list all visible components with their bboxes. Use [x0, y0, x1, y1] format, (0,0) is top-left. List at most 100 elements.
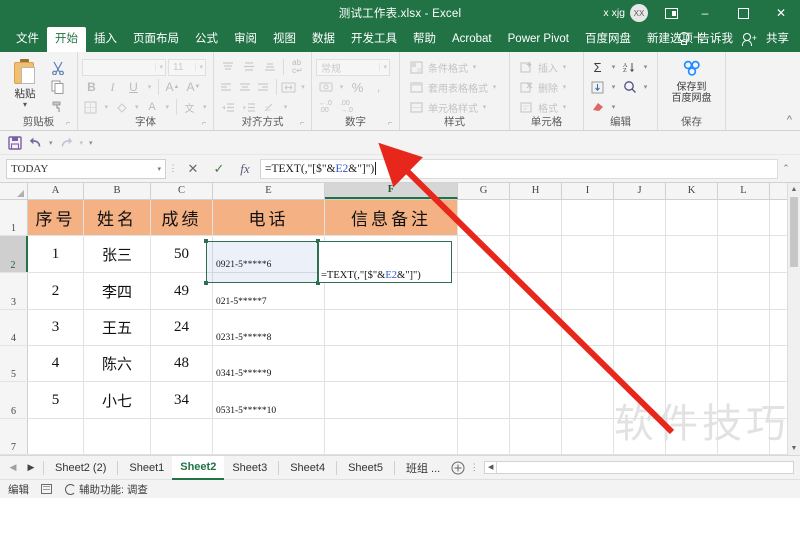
baidu-netdisk-icon[interactable]	[681, 59, 703, 82]
cell-B6[interactable]: 小七	[84, 382, 151, 418]
sheet-tab-more-icon[interactable]: ⋮	[468, 463, 480, 472]
cell-I5[interactable]	[562, 346, 614, 382]
sheet-tab-banzu[interactable]: 班组 ...	[398, 457, 448, 479]
fill-color-dropdown-arrow[interactable]: ▾	[132, 103, 141, 111]
column-header-I[interactable]: I	[562, 183, 614, 199]
cell-J1[interactable]	[614, 200, 666, 236]
fill-down-arrow[interactable]: ▾	[609, 83, 618, 91]
cell-C7[interactable]	[151, 418, 213, 454]
percent-format-icon[interactable]: %	[348, 78, 367, 96]
vertical-scrollbar[interactable]: ▲ ▼	[787, 183, 800, 455]
cell-G6[interactable]	[458, 382, 510, 418]
align-middle-icon[interactable]	[239, 58, 258, 76]
column-header-B[interactable]: B	[84, 183, 151, 199]
insert-cells-button[interactable]: 插入 ▾	[516, 57, 579, 77]
scroll-down-icon[interactable]: ▼	[788, 442, 800, 455]
record-macro-icon[interactable]	[41, 484, 52, 494]
cell-A7[interactable]	[28, 418, 84, 454]
italic-button[interactable]: I	[103, 78, 122, 96]
cell-C1[interactable]: 成绩	[151, 200, 213, 236]
cell-A4[interactable]: 3	[28, 309, 84, 346]
cell-I1[interactable]	[562, 200, 614, 236]
ribbon-tab-page-layout[interactable]: 页面布局	[125, 27, 187, 52]
cell-K2[interactable]	[666, 236, 718, 273]
scroll-up-icon[interactable]: ▲	[788, 183, 800, 196]
sheet-tab-sheet1[interactable]: Sheet1	[121, 457, 172, 479]
cell-F1[interactable]: 信息备注	[325, 200, 458, 236]
font-dialog-launcher[interactable]: ⌐	[202, 120, 210, 128]
row-header-1[interactable]: 1	[0, 200, 28, 236]
cell-A1[interactable]: 序号	[28, 200, 84, 236]
cell-G3[interactable]	[458, 273, 510, 309]
paste-dropdown-arrow[interactable]: ▾	[23, 101, 27, 109]
row-header-3[interactable]: 3	[0, 273, 28, 309]
comma-format-icon[interactable]: ,	[369, 78, 388, 96]
cell-F7[interactable]	[325, 418, 458, 454]
cell-G2[interactable]	[458, 236, 510, 273]
align-left-icon[interactable]	[218, 78, 235, 96]
cell-J6[interactable]	[614, 382, 666, 418]
font-color-dropdown-arrow[interactable]: ▾	[163, 103, 172, 111]
share-button[interactable]: 共享	[759, 31, 796, 47]
column-header-L[interactable]: L	[718, 183, 770, 199]
cell-L3[interactable]	[718, 273, 770, 309]
cell-B1[interactable]: 姓名	[84, 200, 151, 236]
name-box-dropdown-arrow[interactable]: ▾	[157, 165, 161, 173]
cell-H1[interactable]	[510, 200, 562, 236]
expand-formula-bar-icon[interactable]: ⌃	[778, 163, 794, 174]
cell-G5[interactable]	[458, 346, 510, 382]
cell-E6[interactable]: 0531-5*****10	[213, 382, 325, 418]
cell-L5[interactable]	[718, 346, 770, 382]
collapse-ribbon-icon[interactable]: ^	[787, 114, 792, 126]
cell-L1[interactable]	[718, 200, 770, 236]
borders-dropdown-arrow[interactable]: ▾	[102, 103, 111, 111]
conditional-formatting-button[interactable]: 条件格式 ▾	[406, 57, 505, 77]
cell-H7[interactable]	[510, 418, 562, 454]
cell-K3[interactable]	[666, 273, 718, 309]
ribbon-tab-acrobat[interactable]: Acrobat	[444, 27, 500, 52]
cell-H2[interactable]	[510, 236, 562, 273]
cell-J5[interactable]	[614, 346, 666, 382]
cell-I4[interactable]	[562, 309, 614, 346]
cell-I3[interactable]	[562, 273, 614, 309]
cell-B3[interactable]: 李四	[84, 273, 151, 309]
font-size-combo[interactable]: 11 ▾	[168, 58, 206, 76]
copy-icon[interactable]	[48, 78, 68, 95]
scroll-tabs-right-icon[interactable]: ▶	[22, 462, 40, 473]
ribbon-tab-view[interactable]: 视图	[265, 27, 304, 52]
name-box[interactable]: TODAY ▾	[6, 158, 166, 179]
find-icon[interactable]	[620, 78, 639, 96]
sheet-tab-sheet4[interactable]: Sheet4	[282, 457, 333, 479]
vertical-scroll-thumb[interactable]	[790, 197, 798, 267]
currency-format-icon[interactable]	[316, 78, 335, 96]
cell-A2[interactable]: 1	[28, 236, 84, 273]
cell-K5[interactable]	[666, 346, 718, 382]
cell-G7[interactable]	[458, 418, 510, 454]
cell-F4[interactable]	[325, 309, 458, 346]
row-header-5[interactable]: 5	[0, 346, 28, 382]
cell-E1[interactable]: 电话	[213, 200, 325, 236]
shrink-font-icon[interactable]: A ▼	[184, 78, 203, 96]
ribbon-tab-data[interactable]: 数据	[304, 27, 343, 52]
align-right-icon[interactable]	[255, 78, 272, 96]
clear-arrow[interactable]: ▾	[609, 103, 618, 111]
save-icon[interactable]	[8, 135, 22, 150]
cell-I6[interactable]	[562, 382, 614, 418]
tell-me-button[interactable]: 告诉我	[692, 31, 741, 47]
cell-C4[interactable]: 24	[151, 309, 213, 346]
ribbon-tab-insert[interactable]: 插入	[86, 27, 125, 52]
clipboard-dialog-launcher[interactable]: ⌐	[66, 120, 74, 128]
sheet-tab-sheet2-2[interactable]: Sheet2 (2)	[47, 457, 114, 479]
fill-down-icon[interactable]	[588, 78, 607, 96]
cell-F5[interactable]	[325, 346, 458, 382]
delete-cells-button[interactable]: 删除 ▾	[516, 77, 579, 97]
cell-L4[interactable]	[718, 309, 770, 346]
sheet-tab-sheet5[interactable]: Sheet5	[340, 457, 391, 479]
cell-E4[interactable]: 0231-5*****8	[213, 309, 325, 346]
cell-E3[interactable]: 021-5*****7	[213, 273, 325, 309]
ribbon-tab-home[interactable]: 开始	[47, 27, 86, 52]
scroll-tabs-left-icon[interactable]: ◀	[4, 462, 22, 473]
cell-K7[interactable]	[666, 418, 718, 454]
hscroll-left-icon[interactable]: ◀	[485, 462, 498, 473]
cell-E5[interactable]: 0341-5*****9	[213, 346, 325, 382]
